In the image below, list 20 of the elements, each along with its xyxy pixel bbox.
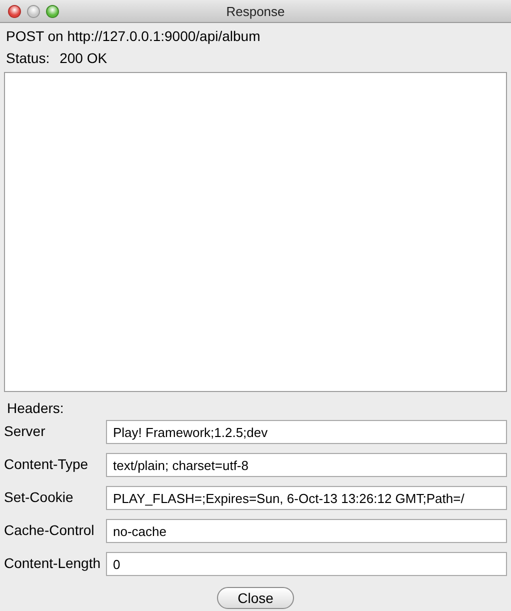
- close-icon[interactable]: [8, 4, 21, 18]
- header-name: Set-Cookie: [4, 488, 74, 505]
- header-name: Content-Type: [4, 455, 90, 472]
- status-label: Status:: [6, 50, 50, 66]
- status-value: 200 OK: [60, 50, 108, 66]
- header-name: Cache-Control: [4, 521, 96, 538]
- header-value-field[interactable]: text/plain; charset=utf-8: [106, 453, 507, 477]
- header-value-field[interactable]: PLAY_FLASH=;Expires=Sun, 6-Oct-13 13:26:12 GMT;Path=/: [106, 486, 507, 510]
- minimize-icon[interactable]: [27, 4, 40, 18]
- window-title: Response: [226, 4, 285, 18]
- close-button[interactable]: Close: [216, 587, 294, 609]
- request-line: POST on http://127.0.0.1:9000/api/album: [6, 28, 260, 44]
- header-name: Server: [4, 422, 46, 439]
- header-value-field[interactable]: Play! Framework;1.2.5;dev: [106, 420, 507, 444]
- headers-label: Headers:: [7, 400, 65, 416]
- zoom-icon[interactable]: [46, 4, 59, 18]
- header-value-field[interactable]: no-cache: [106, 519, 507, 543]
- header-value-field[interactable]: 0: [106, 552, 507, 576]
- response-body-field[interactable]: [4, 72, 507, 392]
- header-name: Content-Length: [4, 554, 102, 571]
